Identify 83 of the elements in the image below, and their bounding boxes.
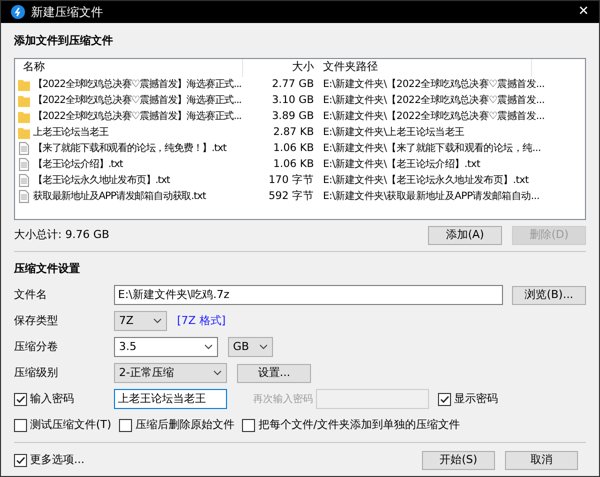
field-label: 保存类型: [14, 312, 59, 329]
field-label: 文件名: [14, 286, 48, 303]
dialog-button[interactable]: 添加(A): [428, 226, 502, 244]
file-name: 上老王论坛当老王: [33, 126, 108, 140]
folder-path: E:\新建文件夹\【2022全球吃鸡总决赛♡震撼首发...: [322, 94, 546, 108]
filename-field[interactable]: E:\新建文件夹\吃鸡.7z: [114, 285, 503, 305]
checkbox[interactable]: [14, 392, 27, 406]
checkbox[interactable]: [438, 392, 451, 406]
file-row[interactable]: 【老王论坛永久地址发布页】.txt 170 字节 E:\新建文件夹\【老王论坛永久地址发布页】.txt: [15, 172, 585, 188]
section-heading: 压缩文件设置: [14, 260, 81, 276]
dropdown[interactable]: GB: [228, 337, 273, 357]
password-field[interactable]: 上老王论坛当老王: [114, 389, 227, 409]
column-header[interactable]: 名称: [15, 58, 243, 76]
folder-path: E:\新建文件夹\【老王论坛永久地址发布页】.txt: [322, 174, 530, 188]
document-icon: [18, 158, 30, 171]
close-button[interactable]: ✕: [578, 2, 589, 22]
file-size: 2.87 KB: [272, 124, 315, 140]
file-name: 【2022全球吃鸡总决赛♡震撼首发】海选赛正式...: [33, 94, 242, 108]
format-link[interactable]: [7Z 格式]: [177, 312, 226, 330]
folder-path: E:\新建文件夹\【老王论坛介绍】.txt: [322, 158, 482, 172]
dropdown[interactable]: 2-正常压缩: [114, 363, 227, 383]
checkbox[interactable]: [14, 454, 27, 466]
folder-path: E:\新建文件夹\上老王论坛当老王: [322, 126, 466, 140]
field-label: 压缩分卷: [14, 338, 59, 355]
dialog-button[interactable]: 设置...: [237, 364, 311, 382]
file-name: 【来了就能下载和观看的论坛，纯免费！】.txt: [33, 142, 226, 156]
dialog-button[interactable]: 取消: [505, 450, 578, 470]
chevron-down-icon: [153, 318, 162, 324]
checkbox[interactable]: [119, 418, 132, 432]
field-label: 再次输入密码: [253, 392, 314, 406]
checkbox-label: 压缩后删除原始文件: [135, 417, 234, 433]
dialog-button[interactable]: 开始(S): [422, 450, 495, 470]
file-row[interactable]: 【2022全球吃鸡总决赛♡震撼首发】海选赛正式... 3.89 GB E:\新建文件夹\【2022全球吃鸡总决赛♡震撼首发...: [15, 108, 585, 124]
file-name: 获取最新地址及APP请发邮箱自动获取.txt: [33, 190, 206, 204]
file-size: 3.10 GB: [270, 92, 315, 108]
folder-icon: [18, 126, 30, 139]
file-size: 2.77 GB: [270, 76, 315, 92]
file-row[interactable]: 【老王论坛介绍】.txt 1.06 KB E:\新建文件夹\【老王论坛介绍】.txt: [15, 156, 585, 172]
file-size: 3.89 GB: [270, 108, 315, 124]
checkbox[interactable]: [242, 418, 256, 432]
file-size: 170 字节: [268, 172, 315, 188]
document-icon: [18, 142, 30, 155]
confirm-password-field[interactable]: [316, 389, 429, 409]
section-heading: 添加文件到压缩文件: [14, 33, 114, 49]
checkbox-label: 显示密码: [454, 390, 498, 407]
file-row[interactable]: 【2022全球吃鸡总决赛♡震撼首发】海选赛正式... 3.10 GB E:\新建文件夹\【2022全球吃鸡总决赛♡震撼首发...: [15, 92, 585, 108]
field-label: 压缩级别: [14, 364, 59, 381]
file-name: 【老王论坛介绍】.txt: [33, 158, 123, 172]
file-size: 1.06 KB: [272, 156, 315, 172]
window-title: 新建压缩文件: [31, 4, 103, 21]
checkbox[interactable]: [14, 418, 27, 432]
file-size: 1.06 KB: [272, 140, 315, 156]
dropdown[interactable]: 7Z: [114, 311, 167, 331]
column-header[interactable]: 大小: [243, 58, 318, 76]
folder-path: E:\新建文件夹\【2022全球吃鸡总决赛♡震撼首发...: [322, 110, 546, 124]
folder-path: E:\新建文件夹\【来了就能下载和观看的论坛，纯...: [322, 142, 542, 156]
document-icon: [18, 190, 30, 203]
file-row[interactable]: 上老王论坛当老王 2.87 KB E:\新建文件夹\上老王论坛当老王: [15, 124, 585, 140]
file-size: 592 字节: [268, 188, 315, 204]
column-header[interactable]: 文件夹路径: [318, 58, 532, 76]
chevron-down-icon: [259, 344, 268, 350]
total-size: 大小总计: 9.76 GB: [14, 226, 110, 243]
app-logo-icon: [11, 5, 25, 19]
document-icon: [18, 174, 30, 187]
file-name: 【2022全球吃鸡总决赛♡震撼首发】海选赛正式...: [33, 110, 242, 124]
checkbox-label: 测试压缩文件(T): [30, 417, 112, 433]
chevron-down-icon: [204, 344, 213, 350]
checkbox-label: 把每个文件/文件夹添加到单独的压缩文件: [258, 417, 460, 433]
folder-path: E:\新建文件夹\获取最新地址及APP请发邮箱自动...: [322, 190, 540, 204]
file-row[interactable]: 获取最新地址及APP请发邮箱自动获取.txt 592 字节 E:\新建文件夹\获取最新地址及APP请发邮箱自动...: [15, 188, 585, 204]
file-name: 【老王论坛永久地址发布页】.txt: [33, 174, 170, 188]
folder-icon: [18, 94, 30, 107]
chevron-down-icon: [213, 370, 222, 376]
dropdown[interactable]: 3.5: [114, 337, 218, 357]
file-row[interactable]: 【来了就能下载和观看的论坛，纯免费！】.txt 1.06 KB E:\新建文件夹\【来了就能下载和观看的论坛，纯...: [15, 140, 585, 156]
checkbox-label: 输入密码: [30, 390, 74, 407]
folder-icon: [18, 78, 30, 91]
file-row[interactable]: 【2022全球吃鸡总决赛♡震撼首发】海选赛正式... 2.77 GB E:\新建文件夹\【2022全球吃鸡总决赛♡震撼首发...: [15, 76, 585, 92]
dialog-button[interactable]: 浏览(B)...: [512, 286, 586, 304]
file-name: 【2022全球吃鸡总决赛♡震撼首发】海选赛正式...: [33, 78, 242, 92]
folder-path: E:\新建文件夹\【2022全球吃鸡总决赛♡震撼首发...: [322, 78, 546, 92]
folder-icon: [18, 110, 30, 123]
checkbox-label: 更多选项...: [30, 452, 84, 468]
